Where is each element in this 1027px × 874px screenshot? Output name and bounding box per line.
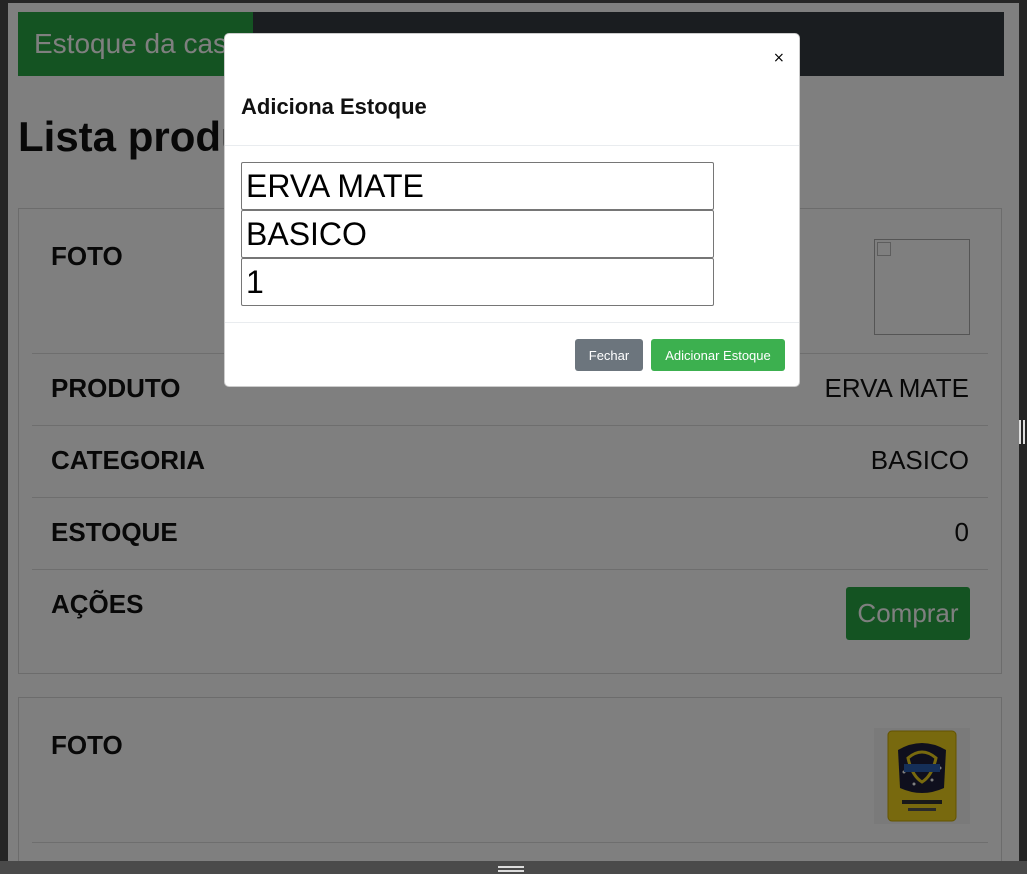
add-stock-button[interactable]: Adicionar Estoque [651, 339, 785, 371]
quantity-input[interactable] [241, 258, 714, 306]
add-stock-modal: × Adiciona Estoque Fechar Adicionar Esto… [224, 33, 800, 387]
modal-header-divider [225, 145, 799, 146]
category-input[interactable] [241, 210, 714, 258]
resize-handle-right[interactable] [1019, 420, 1025, 444]
modal-title: Adiciona Estoque [241, 94, 427, 119]
close-button[interactable]: Fechar [575, 339, 643, 371]
resize-handle-bottom[interactable] [498, 866, 524, 872]
product-input[interactable] [241, 162, 714, 210]
close-icon[interactable]: × [767, 46, 789, 68]
modal-footer-divider [225, 322, 799, 323]
